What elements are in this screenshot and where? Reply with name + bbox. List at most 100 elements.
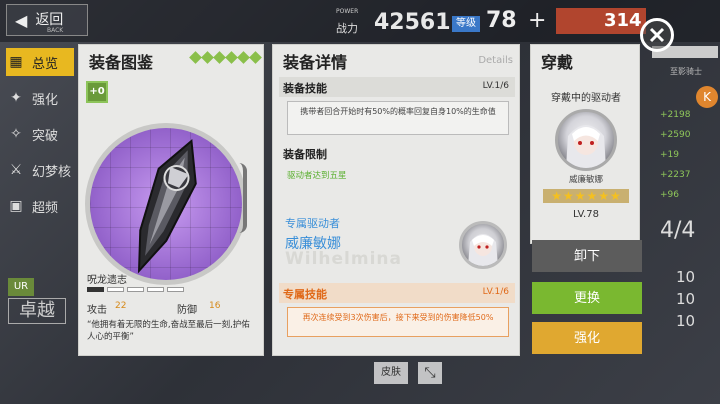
rarity-badge: UR <box>8 278 34 296</box>
power-value: 42561 <box>374 10 451 35</box>
bg-char-name: 至影骑士 <box>670 67 702 76</box>
star-icon: ★ <box>586 189 598 203</box>
codex-title: 装备图鉴 <box>89 53 154 72</box>
skill-title: 装备技能 <box>283 82 327 95</box>
exclusive-skill-level: LV.1/6 <box>482 287 509 297</box>
rarity-diamond-icon <box>237 51 250 64</box>
exclusive-skill-description: 再次连续受到3次伤害后，接下来受到的伤害降低50% <box>287 307 509 337</box>
details-title-en: Details <box>478 55 513 66</box>
exclusive-driver-label: 专属驱动者 <box>285 217 340 230</box>
bg-stat: +2590 <box>660 130 691 140</box>
exclusive-driver-name-en: Wilhelmina <box>285 249 402 269</box>
equipment-codex-panel: 装备图鉴 +0 呪龙遗志 攻击 22 防御 16 “他拥有着无限的生命,奋战至最… <box>78 44 264 356</box>
enhance-button[interactable]: 强化 <box>532 322 642 354</box>
limit-header: 装备限制 <box>279 143 515 163</box>
skin-button[interactable]: 皮肤 <box>374 362 408 384</box>
dna-icon: ✧ <box>10 126 22 142</box>
rarity-diamond-icon <box>225 51 238 64</box>
sidebar: ▦ 总览 ✦ 强化 ✧ 突破 ⚔ 幻梦核 ▣ 超频 <box>0 42 76 404</box>
expand-icon[interactable]: ⤡ <box>418 362 442 384</box>
sidebar-item-dream-core[interactable]: ⚔ 幻梦核 <box>6 156 74 184</box>
bg-level: 10 <box>676 268 696 286</box>
star-icon: ★ <box>598 189 610 203</box>
white-hair-girl-icon <box>566 125 606 168</box>
sidebar-item-label: 强化 <box>32 92 59 108</box>
attack-value: 22 <box>115 301 127 311</box>
rarity-diamond-icon <box>213 51 226 64</box>
level-plus-button[interactable]: + <box>528 8 546 33</box>
durability-segment <box>147 287 164 292</box>
rarity-diamond-icon <box>249 51 262 64</box>
sidebar-item-label: 超频 <box>32 200 59 216</box>
details-title: 装备详情 <box>283 53 348 72</box>
equipment-image <box>85 123 247 285</box>
rank-label: 卓越 <box>8 298 66 324</box>
back-button[interactable]: ◀ 返回 BACK <box>6 4 88 36</box>
power-display: POWER 战力 42561 <box>334 6 451 36</box>
level-tag: 等级 <box>452 16 480 32</box>
skill-description: 携带者回合开始时有50%的概率回复自身10%的生命值 <box>287 101 509 135</box>
star-icon: ★ <box>551 189 562 203</box>
durability-segment <box>127 287 144 292</box>
star-icon: ★ <box>562 189 574 203</box>
bg-stat: +2237 <box>660 170 691 180</box>
bg-stat: +2198 <box>660 110 691 120</box>
driver-avatar[interactable] <box>459 221 507 269</box>
sidebar-item-label: 突破 <box>32 128 59 144</box>
equipped-driver-level: LV.78 <box>573 209 599 220</box>
equipped-panel: 穿戴 穿戴中的驱动者 威廉敏娜 ★ ★ ★ ★ ★ ★ LV.78 <box>530 44 640 244</box>
defense-label: 防御 <box>177 305 197 316</box>
close-button[interactable] <box>640 18 674 52</box>
equipped-driver-avatar[interactable] <box>555 109 617 171</box>
level-display: 等级 78 + <box>452 6 548 36</box>
rarity-diamond-icon <box>189 51 202 64</box>
defense-value: 16 <box>209 301 221 311</box>
durability-segment <box>87 287 104 292</box>
close-icon <box>649 27 665 43</box>
sidebar-item-label: 幻梦核 <box>32 164 72 180</box>
back-arrow-icon: ◀ <box>15 10 28 30</box>
durability-bar <box>87 287 184 292</box>
driver-stars: ★ ★ ★ ★ ★ ★ <box>543 189 629 203</box>
star-icon: ★ <box>610 189 621 203</box>
wrench-icon: ✦ <box>10 90 22 106</box>
top-bar: ◀ 返回 BACK POWER 战力 42561 等级 78 + 314 <box>0 0 720 42</box>
equipped-title: 穿戴 <box>541 53 574 72</box>
unequip-button[interactable]: 卸下 <box>532 240 642 272</box>
back-label: 返回 <box>35 12 64 28</box>
durability-segment <box>167 287 184 292</box>
plus-level-badge: +0 <box>86 81 108 103</box>
grid-icon: ▦ <box>9 54 23 70</box>
coin-display: 314 <box>556 8 646 34</box>
bg-level: 10 <box>676 312 696 330</box>
bg-fraction: 4/4 <box>660 218 696 243</box>
equipment-quote: “他拥有着无限的生命,奋战至最后一刻,护佑人心的平衡” <box>87 320 250 342</box>
chip-icon: ▣ <box>9 198 23 214</box>
sidebar-item-overview[interactable]: ▦ 总览 <box>6 48 74 76</box>
power-label: 战力 <box>336 22 358 35</box>
skill-level: LV.1/6 <box>482 81 509 91</box>
rarity-dots <box>189 51 262 64</box>
level-value: 78 <box>486 8 517 33</box>
limit-title: 装备限制 <box>283 148 327 161</box>
durability-segment <box>107 287 124 292</box>
equipped-subtitle: 穿戴中的驱动者 <box>551 93 621 104</box>
bg-stat: +96 <box>660 190 679 200</box>
sidebar-item-breakthrough[interactable]: ✧ 突破 <box>6 120 74 148</box>
equipment-name: 呪龙遗志 <box>87 275 127 286</box>
white-hair-girl-icon <box>468 234 498 266</box>
sidebar-item-label: 总览 <box>32 56 59 72</box>
crystal-sword-icon <box>137 138 197 274</box>
k-badge-icon[interactable]: K <box>696 86 718 108</box>
exclusive-skill-header: 专属技能 LV.1/6 <box>279 283 515 303</box>
exclusive-skill-title: 专属技能 <box>283 288 327 301</box>
bg-stat: +19 <box>660 150 679 160</box>
equipment-arc <box>239 163 247 233</box>
equipped-driver-name: 威廉敏娜 <box>568 175 603 185</box>
attack-label: 攻击 <box>87 305 107 316</box>
replace-button[interactable]: 更换 <box>532 282 642 314</box>
sidebar-item-overclock[interactable]: ▣ 超频 <box>6 192 74 220</box>
sidebar-item-enhance[interactable]: ✦ 强化 <box>6 84 74 112</box>
back-sublabel: BACK <box>47 27 64 34</box>
sword-icon: ⚔ <box>9 162 23 178</box>
